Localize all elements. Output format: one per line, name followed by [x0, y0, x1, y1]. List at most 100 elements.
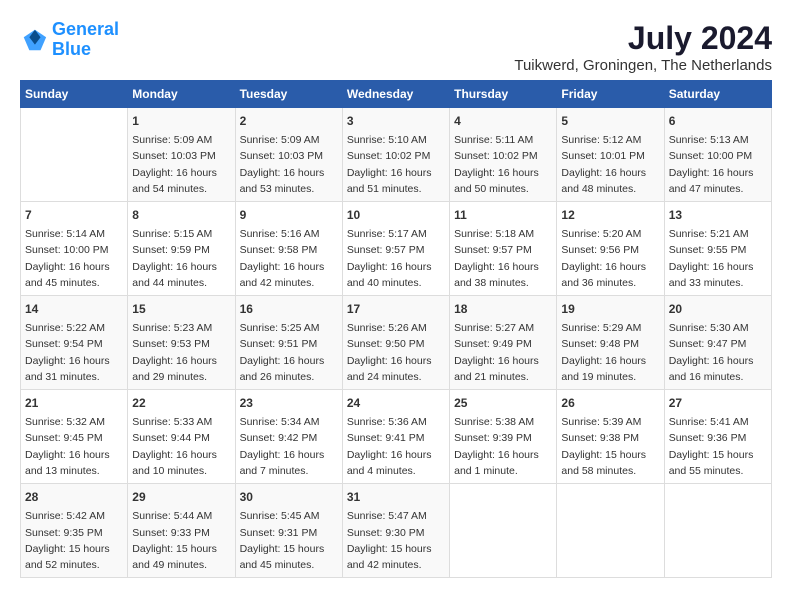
day-content: Sunrise: 5:10 AM Sunset: 10:02 PM Daylig… — [347, 132, 445, 197]
day-number: 3 — [347, 112, 445, 130]
day-content: Sunrise: 5:41 AM Sunset: 9:36 PM Dayligh… — [669, 414, 767, 479]
day-number: 25 — [454, 394, 552, 412]
day-number: 5 — [561, 112, 659, 130]
calendar-cell: 4 Sunrise: 5:11 AM Sunset: 10:02 PM Dayli… — [450, 108, 557, 202]
calendar-week-row: 28Sunrise: 5:42 AM Sunset: 9:35 PM Dayli… — [21, 484, 772, 578]
calendar-cell: 25 Sunrise: 5:38 AM Sunset: 9:39 PM Dayli… — [450, 390, 557, 484]
day-number: 16 — [240, 300, 338, 318]
calendar-cell: 11Sunrise: 5:18 AM Sunset: 9:57 PM Dayli… — [450, 202, 557, 296]
day-number: 22 — [132, 394, 230, 412]
calendar-cell: 22Sunrise: 5:33 AM Sunset: 9:44 PM Dayli… — [128, 390, 235, 484]
title-block: July 2024 Tuikwerd, Groningen, The Nethe… — [514, 20, 772, 74]
day-number: 24 — [347, 394, 445, 412]
day-header-thursday: Thursday — [450, 81, 557, 108]
calendar-cell: 21Sunrise: 5:32 AM Sunset: 9:45 PM Dayli… — [21, 390, 128, 484]
day-content: Sunrise: 5:23 AM Sunset: 9:53 PM Dayligh… — [132, 320, 230, 385]
calendar-cell — [450, 484, 557, 578]
day-number: 10 — [347, 206, 445, 224]
logo-line2: Blue — [52, 39, 91, 59]
day-number: 17 — [347, 300, 445, 318]
calendar-cell: 15 Sunrise: 5:23 AM Sunset: 9:53 PM Dayli… — [128, 296, 235, 390]
day-number: 15 — [132, 300, 230, 318]
calendar-cell: 1Sunrise: 5:09 AM Sunset: 10:03 PM Dayli… — [128, 108, 235, 202]
calendar-cell: 5 Sunrise: 5:12 AM Sunset: 10:01 PM Dayli… — [557, 108, 664, 202]
day-content: Sunrise: 5:12 AM Sunset: 10:01 PM Daylig… — [561, 132, 659, 197]
day-content: Sunrise: 5:36 AM Sunset: 9:41 PM Dayligh… — [347, 414, 445, 479]
calendar-week-row: 1Sunrise: 5:09 AM Sunset: 10:03 PM Dayli… — [21, 108, 772, 202]
day-content: Sunrise: 5:15 AM Sunset: 9:59 PM Dayligh… — [132, 226, 230, 291]
day-content: Sunrise: 5:38 AM Sunset: 9:39 PM Dayligh… — [454, 414, 552, 479]
day-header-wednesday: Wednesday — [342, 81, 449, 108]
calendar-cell: 2 Sunrise: 5:09 AM Sunset: 10:03 PM Dayli… — [235, 108, 342, 202]
calendar-cell: 3 Sunrise: 5:10 AM Sunset: 10:02 PM Dayli… — [342, 108, 449, 202]
calendar-cell: 6Sunrise: 5:13 AM Sunset: 10:00 PM Dayli… — [664, 108, 771, 202]
calendar-cell: 29Sunrise: 5:44 AM Sunset: 9:33 PM Dayli… — [128, 484, 235, 578]
day-content: Sunrise: 5:16 AM Sunset: 9:58 PM Dayligh… — [240, 226, 338, 291]
day-number: 27 — [669, 394, 767, 412]
day-number: 8 — [132, 206, 230, 224]
day-content: Sunrise: 5:17 AM Sunset: 9:57 PM Dayligh… — [347, 226, 445, 291]
day-content: Sunrise: 5:09 AM Sunset: 10:03 PM Daylig… — [132, 132, 230, 197]
day-number: 2 — [240, 112, 338, 130]
calendar-week-row: 14 Sunrise: 5:22 AM Sunset: 9:54 PM Dayli… — [21, 296, 772, 390]
calendar-week-row: 7Sunrise: 5:14 AM Sunset: 10:00 PM Dayli… — [21, 202, 772, 296]
calendar-cell: 8 Sunrise: 5:15 AM Sunset: 9:59 PM Daylig… — [128, 202, 235, 296]
day-number: 19 — [561, 300, 659, 318]
calendar-cell: 23Sunrise: 5:34 AM Sunset: 9:42 PM Dayli… — [235, 390, 342, 484]
calendar-cell: 7Sunrise: 5:14 AM Sunset: 10:00 PM Dayli… — [21, 202, 128, 296]
logo: General Blue — [20, 20, 119, 60]
calendar-cell — [664, 484, 771, 578]
day-number: 14 — [25, 300, 123, 318]
calendar-header-row: SundayMondayTuesdayWednesdayThursdayFrid… — [21, 81, 772, 108]
day-content: Sunrise: 5:22 AM Sunset: 9:54 PM Dayligh… — [25, 320, 123, 385]
day-content: Sunrise: 5:47 AM Sunset: 9:30 PM Dayligh… — [347, 508, 445, 573]
calendar-cell: 17 Sunrise: 5:26 AM Sunset: 9:50 PM Dayli… — [342, 296, 449, 390]
month-year: July 2024 — [514, 20, 772, 57]
day-content: Sunrise: 5:26 AM Sunset: 9:50 PM Dayligh… — [347, 320, 445, 385]
calendar-cell: 26Sunrise: 5:39 AM Sunset: 9:38 PM Dayli… — [557, 390, 664, 484]
logo-line1: General — [52, 19, 119, 39]
day-content: Sunrise: 5:44 AM Sunset: 9:33 PM Dayligh… — [132, 508, 230, 573]
day-content: Sunrise: 5:30 AM Sunset: 9:47 PM Dayligh… — [669, 320, 767, 385]
day-header-monday: Monday — [128, 81, 235, 108]
day-number: 26 — [561, 394, 659, 412]
day-number: 30 — [240, 488, 338, 506]
day-header-sunday: Sunday — [21, 81, 128, 108]
calendar-cell — [557, 484, 664, 578]
day-content: Sunrise: 5:18 AM Sunset: 9:57 PM Dayligh… — [454, 226, 552, 291]
day-number: 4 — [454, 112, 552, 130]
day-header-friday: Friday — [557, 81, 664, 108]
calendar-cell: 14 Sunrise: 5:22 AM Sunset: 9:54 PM Dayli… — [21, 296, 128, 390]
calendar-cell: 13 Sunrise: 5:21 AM Sunset: 9:55 PM Dayli… — [664, 202, 771, 296]
day-content: Sunrise: 5:25 AM Sunset: 9:51 PM Dayligh… — [240, 320, 338, 385]
day-number: 23 — [240, 394, 338, 412]
day-content: Sunrise: 5:13 AM Sunset: 10:00 PM Daylig… — [669, 132, 767, 197]
day-content: Sunrise: 5:21 AM Sunset: 9:55 PM Dayligh… — [669, 226, 767, 291]
calendar-cell: 20Sunrise: 5:30 AM Sunset: 9:47 PM Dayli… — [664, 296, 771, 390]
day-number: 9 — [240, 206, 338, 224]
calendar-table: SundayMondayTuesdayWednesdayThursdayFrid… — [20, 80, 772, 578]
day-content: Sunrise: 5:20 AM Sunset: 9:56 PM Dayligh… — [561, 226, 659, 291]
location: Tuikwerd, Groningen, The Netherlands — [514, 57, 772, 74]
calendar-cell: 27 Sunrise: 5:41 AM Sunset: 9:36 PM Dayli… — [664, 390, 771, 484]
day-header-saturday: Saturday — [664, 81, 771, 108]
logo-icon — [20, 26, 48, 54]
logo-text: General Blue — [52, 20, 119, 60]
day-number: 13 — [669, 206, 767, 224]
calendar-week-row: 21Sunrise: 5:32 AM Sunset: 9:45 PM Dayli… — [21, 390, 772, 484]
day-number: 28 — [25, 488, 123, 506]
day-number: 7 — [25, 206, 123, 224]
day-content: Sunrise: 5:45 AM Sunset: 9:31 PM Dayligh… — [240, 508, 338, 573]
calendar-cell: 31Sunrise: 5:47 AM Sunset: 9:30 PM Dayli… — [342, 484, 449, 578]
calendar-cell: 18Sunrise: 5:27 AM Sunset: 9:49 PM Dayli… — [450, 296, 557, 390]
day-content: Sunrise: 5:11 AM Sunset: 10:02 PM Daylig… — [454, 132, 552, 197]
calendar-cell: 16 Sunrise: 5:25 AM Sunset: 9:51 PM Dayli… — [235, 296, 342, 390]
calendar-cell: 19Sunrise: 5:29 AM Sunset: 9:48 PM Dayli… — [557, 296, 664, 390]
calendar-cell: 9 Sunrise: 5:16 AM Sunset: 9:58 PM Daylig… — [235, 202, 342, 296]
day-content: Sunrise: 5:09 AM Sunset: 10:03 PM Daylig… — [240, 132, 338, 197]
day-number: 12 — [561, 206, 659, 224]
day-number: 18 — [454, 300, 552, 318]
calendar-cell: 24 Sunrise: 5:36 AM Sunset: 9:41 PM Dayli… — [342, 390, 449, 484]
page-header: General Blue July 2024 Tuikwerd, Groning… — [20, 20, 772, 74]
calendar-cell — [21, 108, 128, 202]
